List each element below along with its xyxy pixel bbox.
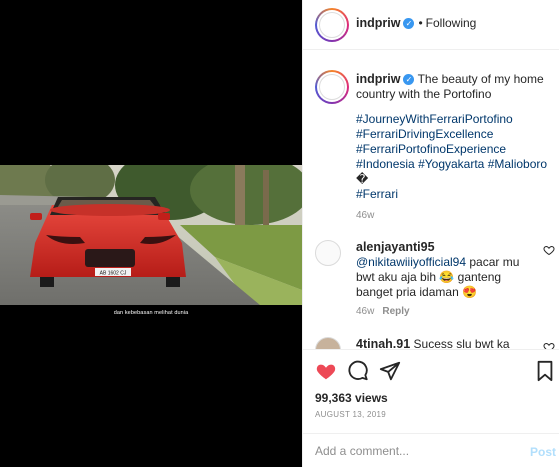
caption-avatar[interactable] (315, 70, 349, 104)
license-plate: AB 1602 CJ (100, 271, 127, 277)
add-comment-bar: Post (303, 433, 559, 467)
caption-username[interactable]: indpriw (356, 72, 400, 86)
hashtag[interactable]: #Yogyakarta (418, 157, 484, 171)
comment-username[interactable]: 4tinah.91 (356, 337, 410, 349)
hashtag[interactable]: #FerrariDrivingExcellence (356, 127, 556, 142)
post-media[interactable]: AB 1602 CJ dan kebebasan melihat dunia (0, 0, 302, 467)
profile-avatar[interactable] (315, 8, 349, 42)
comment-input[interactable] (315, 442, 515, 460)
separator-dot: • (418, 16, 423, 30)
header-line: indpriw ✓ • Following (356, 16, 476, 30)
post-date[interactable]: AUGUST 13, 2019 (315, 410, 386, 419)
share-icon[interactable] (379, 360, 401, 382)
reply-button[interactable]: Reply (382, 306, 409, 317)
post-comment-button[interactable]: Post (530, 445, 556, 459)
comments-scroll-area[interactable]: indpriw ✓ The beauty of my home country w… (303, 50, 559, 350)
view-count[interactable]: 99,363 views (315, 391, 388, 405)
hashtag[interactable]: #JourneyWithFerrariPortofino (356, 112, 556, 127)
like-comment-heart-icon[interactable] (543, 244, 555, 256)
comment-username[interactable]: alenjayanti95 (356, 240, 532, 255)
hashtag[interactable]: #FerrariPortofinoExperience (356, 142, 556, 157)
comment-meta: 46w Reply (356, 306, 410, 317)
comment-mention[interactable]: @nikitawiiiyofficial94 (356, 255, 466, 269)
hashtag[interactable]: #Indonesia (356, 157, 415, 171)
following-button[interactable]: Following (426, 16, 477, 30)
video-still: AB 1602 CJ (0, 165, 302, 305)
like-comment-heart-icon[interactable] (543, 341, 555, 350)
comment-text: Sucess slu bwt ka (413, 337, 510, 350)
commenter-avatar[interactable] (315, 240, 341, 266)
hashtag[interactable]: #Malioboro (488, 157, 547, 171)
comment-icon[interactable] (347, 360, 369, 382)
caption-text: indpriw ✓ The beauty of my home country w… (356, 72, 556, 202)
caption-emoji: � (356, 172, 369, 186)
car-illustration: AB 1602 CJ (30, 197, 186, 287)
header-username[interactable]: indpriw (356, 16, 400, 30)
comment-timestamp[interactable]: 46w (356, 306, 374, 317)
post-actions (303, 360, 559, 390)
hashtag[interactable]: #Ferrari (356, 187, 556, 202)
heart-filled-icon[interactable] (315, 360, 337, 382)
video-frame[interactable]: AB 1602 CJ (0, 165, 302, 305)
commenter-avatar[interactable] (315, 337, 341, 349)
verified-badge-icon: ✓ (403, 74, 415, 86)
comment-body: 4tinah.91 Sucess slu bwt ka (356, 337, 532, 350)
caption-timestamp[interactable]: 46w (356, 210, 374, 221)
post-details-panel: indpriw ✓ • Following indpriw ✓ The beauty o… (302, 0, 559, 467)
comment-body: alenjayanti95 @nikitawiiiyofficial94 pac… (356, 240, 532, 300)
verified-badge-icon: ✓ (403, 18, 415, 30)
video-subtitle: dan kebebasan melihat dunia (113, 310, 189, 316)
bookmark-icon[interactable] (534, 360, 556, 382)
post-header: indpriw ✓ • Following (303, 0, 559, 50)
